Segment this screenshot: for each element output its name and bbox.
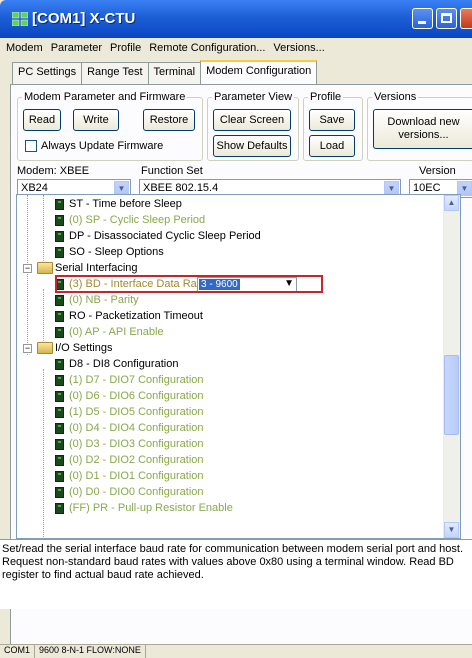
function-set-value: XBEE 802.15.4 — [143, 182, 219, 194]
profile-save-button[interactable]: Save — [309, 109, 355, 131]
folder-open-icon — [37, 262, 53, 274]
maximize-button[interactable] — [436, 8, 457, 29]
tree-folder-label: I/O Settings — [55, 342, 113, 354]
tree-row-label: (0) D0 - DIO0 Configuration — [69, 486, 204, 498]
parameter-icon — [55, 311, 64, 322]
tree-row-label: (1) D5 - DIO5 Configuration — [69, 406, 204, 418]
parameter-icon — [55, 327, 64, 338]
parameter-icon — [55, 295, 64, 306]
write-button[interactable]: Write — [73, 109, 119, 131]
versions-legend: Versions — [374, 91, 417, 103]
tree-row-label: D8 - DI8 Configuration — [69, 358, 179, 370]
menu-profile[interactable]: Profile — [110, 42, 141, 54]
tree-row-label: (FF) PR - Pull-up Resistor Enable — [69, 502, 233, 514]
firmware-group-legend: Modem Parameter and Firmware — [24, 91, 186, 103]
status-port: COM1 — [0, 645, 36, 658]
modem-label: Modem: XBEE — [17, 165, 90, 177]
parameter-icon — [55, 391, 64, 402]
profile-load-button[interactable]: Load — [309, 135, 355, 157]
folder-open-icon — [37, 342, 53, 354]
tab-pc-settings[interactable]: PC Settings — [12, 62, 83, 84]
tab-range-test[interactable]: Range Test — [81, 62, 149, 84]
tree-row-label: (0) NB - Parity — [69, 294, 139, 306]
tree-row-label: SO - Sleep Options — [69, 246, 164, 258]
clear-screen-button[interactable]: Clear Screen — [213, 109, 291, 131]
profile-legend: Profile — [310, 91, 342, 103]
parameter-icon — [55, 471, 64, 482]
parameter-icon — [55, 487, 64, 498]
read-button[interactable]: Read — [23, 109, 61, 131]
version-value: 10EC — [413, 182, 441, 194]
tree-scrollbar[interactable]: ▲ ▼ — [443, 195, 460, 538]
menu-modem[interactable]: Modem — [6, 42, 43, 54]
tree-row-label: (0) AP - API Enable — [69, 326, 164, 338]
parameter-icon — [55, 215, 64, 226]
menu-versions[interactable]: Versions... — [273, 42, 324, 54]
scroll-up-icon[interactable]: ▲ — [444, 195, 459, 211]
scroll-down-icon[interactable]: ▼ — [444, 522, 459, 538]
tab-strip: PC Settings Range Test Terminal Modem Co… — [12, 60, 318, 88]
parameter-icon — [55, 455, 64, 466]
tab-terminal[interactable]: Terminal — [147, 62, 202, 84]
tree-folder-label: Serial Interfacing — [55, 262, 138, 274]
always-update-label: Always Update Firmware — [41, 140, 164, 152]
tree-row-label: (0) D2 - DIO2 Configuration — [69, 454, 204, 466]
tree-folder-io-settings[interactable]: − I/O Settings — [17, 341, 317, 357]
parameter-view-legend: Parameter View — [214, 91, 293, 103]
collapse-icon[interactable]: − — [23, 264, 32, 273]
menu-parameter[interactable]: Parameter — [51, 42, 102, 54]
parameter-icon — [55, 247, 64, 258]
parameter-icon — [55, 231, 64, 242]
show-defaults-button[interactable]: Show Defaults — [213, 135, 291, 157]
parameter-tree[interactable]: ST - Time before Sleep (0) SP - Cyclic S… — [16, 194, 461, 539]
tree-row-label: (0) SP - Cyclic Sleep Period — [69, 214, 206, 226]
tree-row-label: (0) D1 - DIO1 Configuration — [69, 470, 204, 482]
status-settings: 9600 8-N-1 FLOW:NONE — [35, 645, 146, 658]
parameter-icon — [55, 423, 64, 434]
modem-value: XB24 — [21, 182, 48, 194]
close-button[interactable] — [460, 8, 472, 29]
window-title: [COM1] X-CTU — [32, 10, 136, 27]
menu-bar: Modem Parameter Profile Remote Configura… — [0, 38, 472, 58]
always-update-checkbox[interactable] — [25, 140, 37, 152]
parameter-icon — [55, 359, 64, 370]
tree-row-label: (0) D6 - DIO6 Configuration — [69, 390, 204, 402]
download-versions-button[interactable]: Download new versions... — [373, 109, 472, 149]
parameter-icon — [55, 439, 64, 450]
parameter-icon — [55, 199, 64, 210]
parameter-icon — [55, 503, 64, 514]
tree-row-label: ST - Time before Sleep — [69, 198, 182, 210]
restore-button[interactable]: Restore — [143, 109, 195, 131]
minimize-button[interactable] — [412, 8, 433, 29]
tree-row-label: (0) D3 - DIO3 Configuration — [69, 438, 204, 450]
parameter-icon — [55, 375, 64, 386]
tree-row-label: (1) D7 - DIO7 Configuration — [69, 374, 204, 386]
tree-row-label: RO - Packetization Timeout — [69, 310, 203, 322]
function-set-label: Function Set — [141, 165, 203, 177]
tree-row-label: DP - Disassociated Cyclic Sleep Period — [69, 230, 261, 242]
collapse-icon[interactable]: − — [23, 344, 32, 353]
status-bar: COM1 9600 8-N-1 FLOW:NONE — [0, 644, 472, 658]
app-icon — [12, 12, 28, 26]
parameter-icon — [55, 407, 64, 418]
tree-row-label: (0) D4 - DIO4 Configuration — [69, 422, 204, 434]
parameter-description: Set/read the serial interface baud rate … — [0, 539, 472, 609]
title-bar: [COM1] X-CTU — [0, 0, 472, 38]
menu-remote-configuration[interactable]: Remote Configuration... — [149, 42, 265, 54]
highlight-annotation — [55, 275, 323, 293]
scroll-thumb[interactable] — [444, 355, 459, 435]
version-label: Version — [419, 165, 456, 177]
